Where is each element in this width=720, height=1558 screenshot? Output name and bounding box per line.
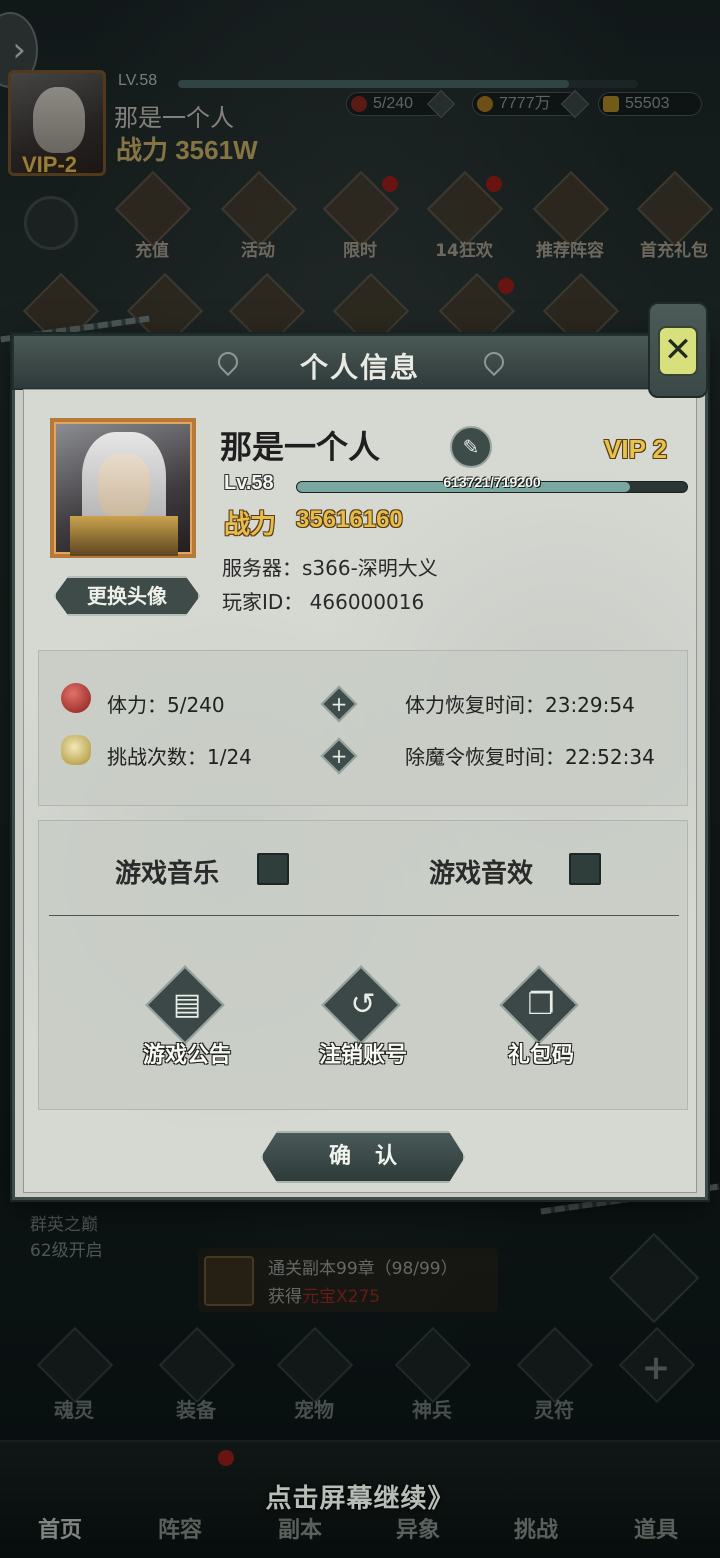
gift-code-button[interactable]: ❐ 礼包码 bbox=[487, 965, 597, 1081]
change-avatar-button[interactable]: 更换头像 bbox=[54, 576, 200, 616]
stamina-text: 体力：5/240 bbox=[107, 693, 225, 717]
refresh-icon: ↺ bbox=[350, 987, 376, 1022]
confirm-button[interactable]: 确认 bbox=[261, 1131, 465, 1183]
player-id: 玩家ID： 466000016 bbox=[222, 590, 425, 614]
settings-panel: 游戏音乐 游戏音效 ▤ 游戏公告 ↺ 注销账号 ❐ 礼包码 bbox=[38, 820, 688, 1110]
server-info: 服务器：s366-深明大义 bbox=[222, 556, 438, 580]
power-label: 战力 bbox=[224, 510, 277, 540]
logout-account-button[interactable]: ↺ 注销账号 bbox=[309, 965, 419, 1081]
dialog-body: 更换头像 那是一个人 ✎ VIP 2 Lv.58 613721/719200 战… bbox=[23, 389, 697, 1193]
music-label: 游戏音乐 bbox=[115, 859, 220, 889]
close-lantern-button[interactable]: ✕ bbox=[648, 302, 708, 398]
sound-checkbox[interactable] bbox=[569, 853, 601, 885]
divider bbox=[49, 915, 679, 916]
player-portrait bbox=[50, 418, 196, 558]
challenge-count: 挑战次数：1/24 bbox=[107, 745, 252, 769]
tap-to-continue[interactable]: 点击屏幕继续》 bbox=[0, 1478, 720, 1515]
demon-recover-time: 除魔令恢复时间：22:52:34 bbox=[405, 745, 655, 769]
dialog-header: 个人信息 bbox=[12, 334, 708, 390]
face-icon bbox=[98, 454, 150, 520]
challenge-token-icon bbox=[61, 735, 91, 765]
personal-info-dialog: 个人信息 更换头像 那是一个人 ✎ VIP 2 Lv.58 613721/719… bbox=[12, 334, 708, 1200]
notice-board-icon: ▤ bbox=[172, 987, 202, 1022]
armor-icon bbox=[70, 516, 178, 556]
close-icon: ✕ bbox=[663, 330, 693, 370]
edit-name-pencil-icon[interactable]: ✎ bbox=[450, 426, 492, 468]
plus-icon: + bbox=[330, 692, 348, 716]
vip-level: VIP 2 bbox=[604, 434, 668, 464]
player-level: Lv.58 bbox=[224, 472, 274, 494]
power-value: 35616160 bbox=[296, 506, 403, 533]
exp-text: 613721/719200 bbox=[443, 474, 541, 490]
plus-icon: + bbox=[330, 744, 348, 768]
music-checkbox[interactable] bbox=[257, 853, 289, 885]
add-challenge-button[interactable]: + bbox=[320, 737, 358, 775]
announcement-button[interactable]: ▤ 游戏公告 bbox=[133, 965, 243, 1081]
player-name: 那是一个人 bbox=[220, 428, 381, 466]
stamina-orb-icon bbox=[61, 683, 91, 713]
stats-panel: 体力：5/240 + 体力恢复时间：23:29:54 挑战次数：1/24 + 除… bbox=[38, 650, 688, 806]
document-icon: ❐ bbox=[527, 987, 555, 1022]
sound-label: 游戏音效 bbox=[429, 859, 534, 889]
exp-progress-bar: 613721/719200 bbox=[296, 474, 688, 493]
stamina-recover-time: 体力恢复时间：23:29:54 bbox=[405, 693, 635, 717]
add-stamina-button[interactable]: + bbox=[320, 685, 358, 723]
dialog-title: 个人信息 bbox=[299, 351, 420, 384]
